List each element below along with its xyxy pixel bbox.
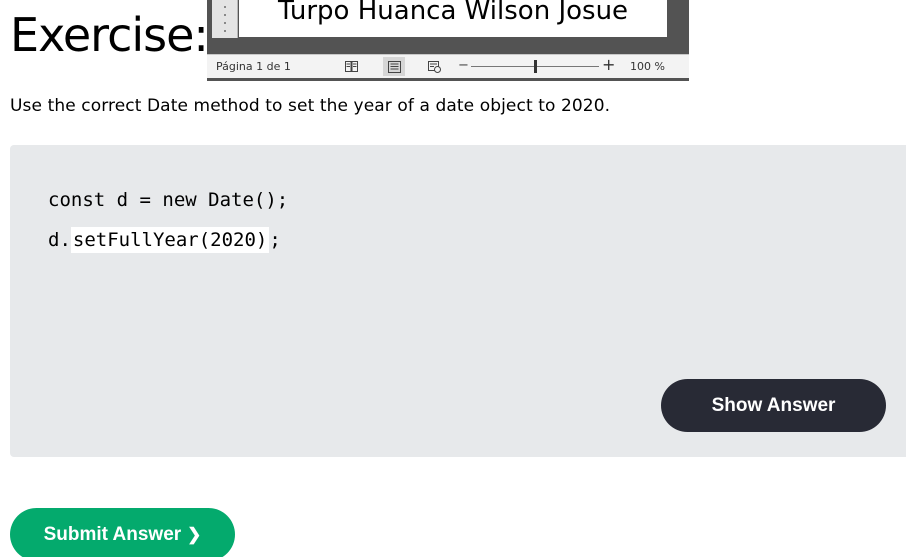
page-layout-icon <box>388 61 401 73</box>
web-layout-button[interactable] <box>423 57 445 76</box>
book-icon <box>345 61 358 72</box>
submit-answer-label: Submit Answer <box>43 523 182 545</box>
code-prefix: d. <box>48 229 71 251</box>
exercise-heading: Exercise: <box>10 8 209 62</box>
vertical-ruler <box>212 0 238 38</box>
zoom-level-label[interactable]: 100 % <box>630 60 665 73</box>
document-page: Turpo Huanca Wilson Josue <box>239 0 667 37</box>
status-bar: Página 1 de 1 − + 100 % <box>207 54 689 78</box>
chevron-right-icon: ❯ <box>187 524 202 544</box>
code-suffix: ; <box>269 229 281 251</box>
answer-input[interactable]: setFullYear(2020) <box>70 227 270 253</box>
zoom-out-button[interactable]: − <box>458 58 469 73</box>
document-text: Turpo Huanca Wilson Josue <box>277 0 629 26</box>
document-preview-overlay: Turpo Huanca Wilson Josue Página 1 de 1 <box>207 0 689 81</box>
zoom-in-button[interactable]: + <box>602 55 615 74</box>
code-exercise-panel: const d = new Date(); d. setFullYear(2020… <box>10 145 906 457</box>
submit-answer-button[interactable]: Submit Answer ❯ <box>10 508 235 557</box>
show-answer-button[interactable]: Show Answer <box>661 379 886 432</box>
web-layout-icon <box>428 61 441 73</box>
zoom-slider-thumb[interactable] <box>534 60 537 73</box>
page-count-status[interactable]: Página 1 de 1 <box>216 60 291 73</box>
read-mode-button[interactable] <box>340 57 362 76</box>
code-line-2: d. setFullYear(2020); <box>48 227 281 253</box>
print-layout-button[interactable] <box>383 57 405 76</box>
code-line-1: const d = new Date(); <box>48 189 289 211</box>
exercise-instruction: Use the correct Date method to set the y… <box>10 96 611 116</box>
